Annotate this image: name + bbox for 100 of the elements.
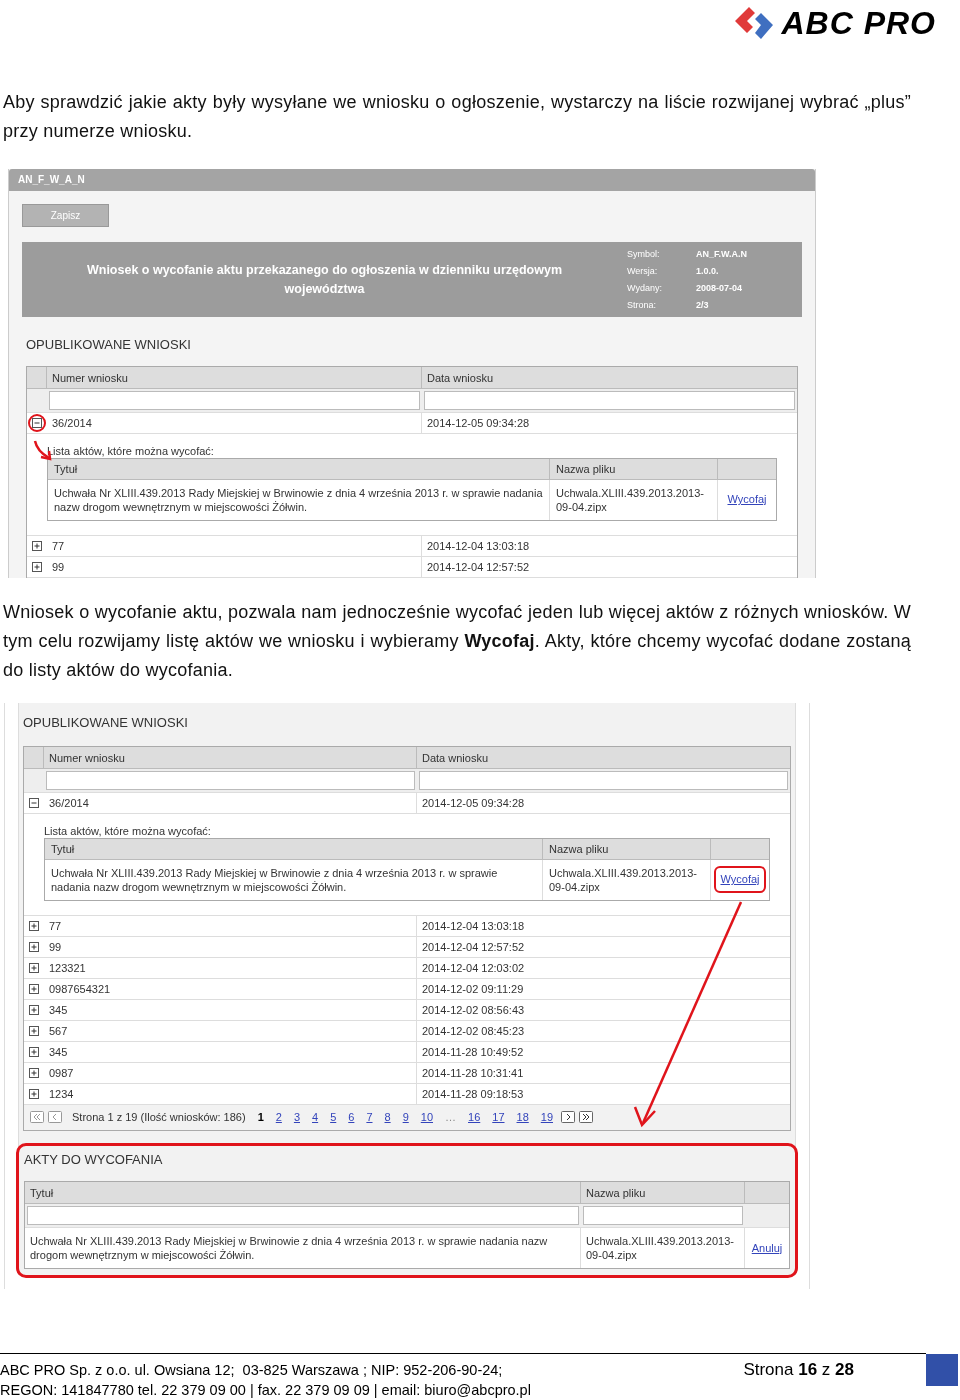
filter-field[interactable] (27, 1206, 579, 1225)
previous-page-icon[interactable] (48, 1111, 62, 1123)
page-link[interactable]: 17 (488, 1108, 509, 1126)
window-title: AN_F_W_A_N (9, 169, 815, 191)
intro-paragraph: Aby sprawdzić jakie akty były wysyłane we wniosku o ogłoszenie, wystarczy na liście rozwijanej wybrać „plus” przy numerze wniosku. (3, 91, 911, 143)
expand-icon[interactable] (29, 983, 39, 994)
pager-info: Strona 1 z 19 (Ilość wniosków: 186) (72, 1109, 246, 1125)
table-cell: 2014-11-28 09:18:53 (417, 1083, 790, 1105)
filter-field[interactable] (419, 770, 788, 790)
expand-icon[interactable] (29, 962, 39, 973)
table-cell: 2014-12-02 08:45:23 (417, 1020, 790, 1042)
page-link[interactable]: 7 (362, 1108, 377, 1126)
table-cell: 123321 (44, 957, 417, 979)
footer-text: ABC PRO Sp. z o.o. ul. Owsiana 12; 03-825 Warszawa ; NIP: 952-206-90-24; (0, 1361, 504, 1380)
table-cell: 2014-12-02 08:56:43 (417, 999, 790, 1021)
page-link[interactable]: 10 (416, 1108, 437, 1126)
collapse-icon[interactable] (29, 797, 39, 808)
table-cell: 2014-12-04 12:57:52 (422, 556, 797, 578)
table-cell: 2014-12-04 13:03:18 (422, 535, 797, 557)
expand-icon[interactable] (29, 1046, 39, 1057)
footer-text: REGON: 141847780 tel. 22 379 09 00 | fax. 22 379 09 09 | email: biuro@abcpro.pl (0, 1381, 531, 1400)
column-header: Data wniosku (417, 746, 790, 769)
page-link[interactable]: 3 (289, 1108, 304, 1126)
table-cell: 2014-12-05 09:34:28 (417, 792, 790, 814)
column-header: Tytuł (45, 838, 543, 860)
column-header: Nazwa pliku (543, 838, 711, 860)
section-title: OPUBLIKOWANE WNIOSKI (23, 714, 189, 732)
table-cell: 2014-12-02 09:11:29 (417, 978, 790, 1000)
table-cell: 99 (47, 556, 422, 578)
pager-ellipsis: … (444, 1109, 457, 1125)
footer-square (926, 1354, 958, 1386)
page-link[interactable]: 5 (326, 1108, 341, 1126)
filter-field[interactable] (49, 390, 420, 410)
filter-field[interactable] (424, 390, 795, 410)
meta-value: 1.0.0. (696, 264, 720, 278)
filter-field[interactable] (46, 770, 415, 790)
table-cell: Uchwała Nr XLIII.439.2013 Rady Miejskiej w Brwinowie z dnia 4 września 2013 r. w sprawie nadania nazw drogom wewnętrznym w miejscowości Żółwin. (25, 1228, 581, 1268)
column-header: Nazwa pliku (581, 1182, 745, 1204)
page-link[interactable]: 1 (253, 1108, 268, 1126)
meta-label: Strona: (627, 298, 658, 312)
table-cell: 36/2014 (47, 412, 422, 434)
meta-label: Symbol: (627, 247, 661, 261)
expand-icon[interactable] (29, 1067, 39, 1078)
page-number: Strona 16 z 28 (743, 1359, 855, 1381)
expand-icon[interactable] (29, 1004, 39, 1015)
form-title: Wniosek o wycofanie aktu przekazanego do ogłoszenia w dzienniku urzędowym województwa (85, 261, 564, 298)
section-title: OPUBLIKOWANE WNIOSKI (26, 336, 192, 354)
meta-label: Wersja: (627, 264, 659, 278)
page-link[interactable]: 18 (512, 1108, 533, 1126)
column-header: Tytuł (25, 1182, 581, 1204)
withdraw-link[interactable]: Wycofaj (720, 873, 760, 886)
column-header (745, 1182, 789, 1204)
expand-icon[interactable] (29, 1088, 39, 1099)
first-page-icon[interactable] (30, 1111, 44, 1123)
table-cell: 2014-12-04 12:57:52 (417, 936, 790, 958)
page-link[interactable]: 6 (344, 1108, 359, 1126)
page-link[interactable]: 4 (308, 1108, 323, 1126)
expand-icon[interactable] (29, 1025, 39, 1036)
last-page-icon[interactable] (579, 1111, 593, 1123)
body-paragraph: Wniosek o wycofanie aktu, pozwala nam jednocześnie wycofać jeden lub więcej aktów z różnych wniosków. W tym celu rozwijamy listę aktów we wniosku i wybieramy Wycofaj. Akty, które chcemy wycofać dodane zostaną do listy aktów do wycofania. (3, 601, 911, 682)
column-header: Tytuł (48, 458, 550, 480)
table-cell: 77 (44, 915, 417, 937)
page-link[interactable]: 19 (536, 1108, 557, 1126)
cancel-link[interactable]: Anuluj (751, 1239, 783, 1257)
table-cell: 77 (47, 535, 422, 557)
column-header: Numer wniosku (47, 366, 422, 389)
expand-icon[interactable] (32, 561, 42, 572)
filter-field[interactable] (583, 1206, 743, 1225)
page-link[interactable]: 8 (380, 1108, 395, 1126)
table-cell: 2014-11-28 10:31:41 (417, 1062, 790, 1084)
page-link[interactable]: 2 (271, 1108, 286, 1126)
expand-icon[interactable] (29, 941, 39, 952)
logo-text: ABC PRO (781, 7, 936, 39)
table-cell: 2014-12-04 13:03:18 (417, 915, 790, 937)
table-cell: Uchwala.XLIII.439.2013.2013-09-04.zipx (581, 1228, 745, 1268)
meta-label: Wydany: (627, 281, 663, 295)
column-header (711, 838, 769, 860)
page-link[interactable]: 9 (398, 1108, 413, 1126)
column-header: Numer wniosku (44, 746, 417, 769)
withdraw-link[interactable]: Wycofaj (727, 491, 767, 508)
table-cell: 99 (44, 936, 417, 958)
meta-value: AN_F.W.A.N (696, 247, 748, 261)
column-header: Nazwa pliku (550, 458, 718, 480)
section-title: AKTY DO WYCOFANIA (24, 1150, 164, 1169)
table-cell: 2014-12-04 12:03:02 (417, 957, 790, 979)
column-header (24, 746, 44, 769)
table-cell: 567 (44, 1020, 417, 1042)
table-cell: 2014-12-05 09:34:28 (422, 412, 797, 434)
next-page-icon[interactable] (561, 1111, 575, 1123)
table-cell: 345 (44, 1041, 417, 1063)
table-cell: 0987654321 (44, 978, 417, 1000)
page-link[interactable]: 16 (464, 1108, 485, 1126)
expand-icon[interactable] (29, 920, 39, 931)
table-cell: 0987 (44, 1062, 417, 1084)
meta-value: 2008-07-04 (696, 281, 744, 295)
expand-icon[interactable] (32, 540, 42, 551)
list-caption: Lista aktów, które można wycofać: (47, 443, 215, 458)
collapse-icon[interactable] (32, 417, 42, 428)
column-header (718, 458, 776, 480)
table-cell: 36/2014 (44, 792, 417, 814)
